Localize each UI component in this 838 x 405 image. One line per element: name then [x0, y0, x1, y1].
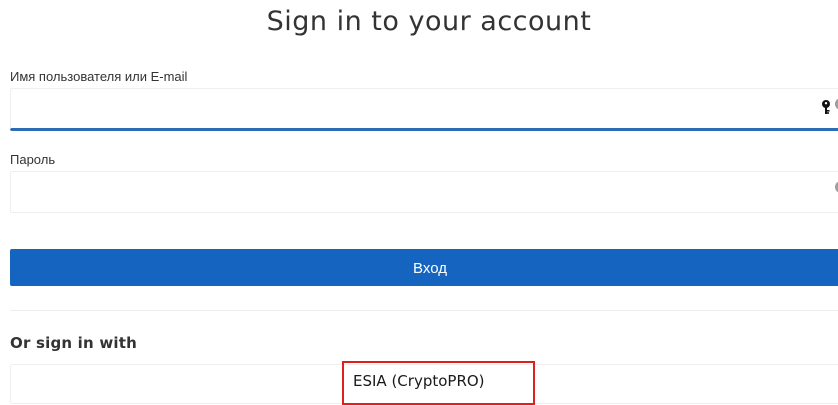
- password-input[interactable]: [11, 172, 838, 212]
- key-grey-icon[interactable]: [833, 180, 838, 206]
- username-field-container: [10, 88, 838, 130]
- login-button[interactable]: Вход: [10, 249, 838, 286]
- key-grey-icon[interactable]: [833, 97, 838, 123]
- key-black-icon[interactable]: [821, 99, 833, 115]
- divider: [10, 310, 838, 311]
- esia-provider-label[interactable]: ESIA (CryptoPRO): [353, 372, 485, 390]
- username-label: Имя пользователя или E-mail: [10, 69, 188, 84]
- password-label: Пароль: [10, 152, 56, 167]
- password-field-container: [10, 171, 838, 213]
- page-title: Sign in to your account: [266, 6, 592, 37]
- username-input[interactable]: [11, 89, 838, 128]
- alt-signin-heading: Or sign in with: [10, 334, 137, 352]
